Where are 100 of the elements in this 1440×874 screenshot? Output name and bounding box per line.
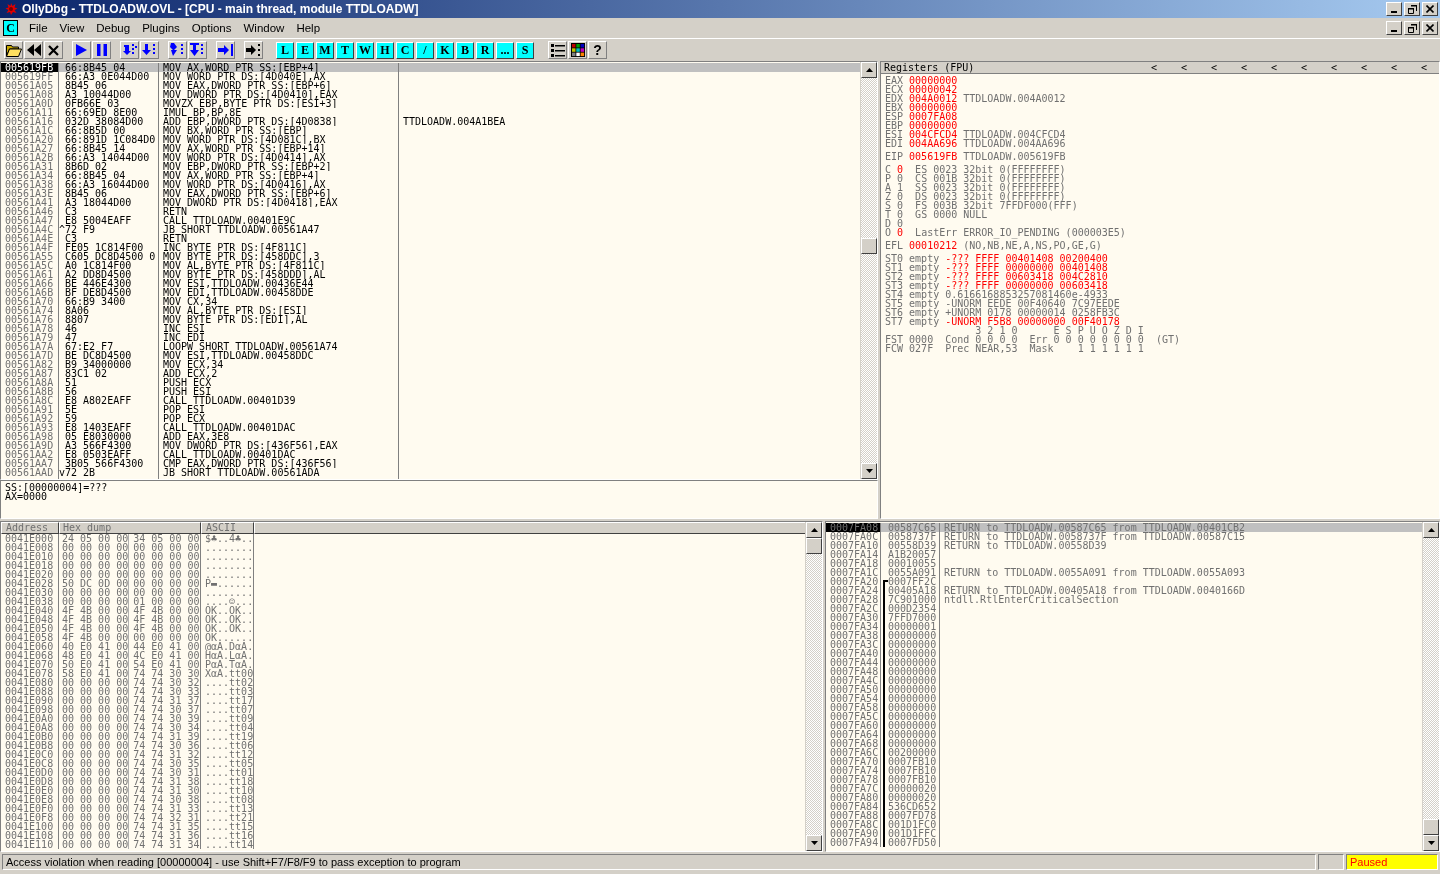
disassembly-row[interactable]: 00561AA2 E8 0503EAFF CALL TTDLOADW.00401DAC (1, 450, 860, 459)
disassembly-row[interactable]: 00561A41 A3 18044D00 MOV DWORD PTR DS:[4D0418],EAX (1, 198, 860, 207)
previous-button[interactable]: < (1199, 63, 1229, 72)
stack-row[interactable]: 0007FA4C 00000000 (826, 676, 1422, 685)
disassembly-row[interactable]: 00561A6B BF DE8D4500 MOV EDI,TTDLOADW.00458DDE (1, 288, 860, 297)
stack-row[interactable]: 0007FA28 7C901000 ntdll.RtlEnterCriticalSection (826, 595, 1422, 604)
stack-row[interactable]: 0007FA88 0007FD78 (826, 811, 1422, 820)
disassembly-row[interactable]: 00561A3E 8B45 06 MOV EAX,DWORD PTR SS:[EBP+6] (1, 189, 860, 198)
disassembly-row[interactable]: 00561A16 032D 38084D00 ADD EBP,DWORD PTR DS:[4D0838] TTDLOADW.004A1BEA (1, 117, 860, 126)
stack-row[interactable]: 0007FA20 0007FF2C (826, 577, 1422, 586)
flag-value[interactable]: 0 (897, 210, 904, 219)
stack-row[interactable]: 0007FA84 536CD652 (826, 802, 1422, 811)
fpu-value[interactable]: +UNORM 0178 00000014 0258FB3C (945, 308, 1120, 317)
pause-button[interactable] (92, 41, 111, 59)
register-value[interactable]: 004CFCD4 (909, 130, 958, 139)
disassembly-row[interactable]: 00561A7A 67:E2 F7 LOOPW SHORT TTDLOADW.00561A74 (1, 342, 860, 351)
step-into-button[interactable] (120, 41, 139, 59)
disassembly-row[interactable]: 00561AA7 3B05 566F4300 CMP EAX,DWORD PTR DS:[436F56] (1, 459, 860, 468)
flag-value[interactable]: 0 (897, 165, 904, 174)
register-value[interactable]: 005619FB (909, 152, 958, 161)
disassembly-row[interactable]: 00561A93 E8 1403EAFF CALL TTDLOADW.00401DAC (1, 423, 860, 432)
disassembly-row[interactable]: 00561A92 59 POP ECX (1, 414, 860, 423)
flag-value[interactable]: 0 (897, 192, 904, 201)
register-value[interactable]: 00000000 (909, 103, 958, 112)
register-value[interactable]: 00000000 (909, 121, 958, 130)
disassembly-row[interactable]: 00561A8A 51 PUSH ECX (1, 378, 860, 387)
stack-row[interactable]: 0007FA94 0007FD50 (826, 838, 1422, 847)
previous-button[interactable]: < (1319, 63, 1349, 72)
stack-row[interactable]: 0007FA5C 00000000 (826, 712, 1422, 721)
disassembly-row[interactable]: 00561A61 A2 DD8D4500 MOV BYTE PTR DS:[458DDD],AL (1, 270, 860, 279)
register-value[interactable]: 00010212 (909, 241, 958, 250)
fpu-value[interactable]: -UNORM F5B8 00000000 00F40178 (945, 317, 1120, 326)
disassembly-row[interactable]: 00561A82 B9 34000000 MOV ECX,34 (1, 360, 860, 369)
disassembly-row[interactable]: 00561A4F FE05 1C814F00 INC BYTE PTR DS:[4F811C] (1, 243, 860, 252)
menu-item[interactable]: File (24, 22, 55, 34)
flag-value[interactable]: 1 (897, 183, 904, 192)
menu-item[interactable]: Options (186, 22, 239, 34)
colors-button[interactable] (568, 41, 587, 59)
window-letter-button[interactable]: H (376, 41, 394, 59)
previous-button[interactable]: < (1349, 63, 1379, 72)
disassembly-row[interactable]: 00561A20 66:891D 1C084D0 MOV WORD PTR DS:[4D081C],BX (1, 135, 860, 144)
stack-row[interactable]: 0007FA70 0007FB10 (826, 757, 1422, 766)
stack-row[interactable]: 0007FA6C 00200000 (826, 748, 1422, 757)
stack-row[interactable]: 0007FA18 00010055 (826, 559, 1422, 568)
disassembly-row[interactable]: 005619FB 66:8B45 04 MOV AX,WORD PTR SS:[EBP+4] (1, 63, 860, 72)
stack-row[interactable]: 0007FA44 00000000 (826, 658, 1422, 667)
stack-row[interactable]: 0007FA90 001D1FFC (826, 829, 1422, 838)
scroll-down-button[interactable] (861, 463, 877, 479)
help-button[interactable]: ? (588, 41, 607, 59)
stack-row[interactable]: 0007FA3C 00000000 (826, 640, 1422, 649)
disassembly-row[interactable]: 00561A46 C3 RETN (1, 207, 860, 216)
stack-row[interactable]: 0007FA8C 001D1FC0 (826, 820, 1422, 829)
stack-row[interactable]: 0007FA10 00558D39 RETURN to TTDLOADW.00558D39 (826, 541, 1422, 550)
stack-row[interactable]: 0007FA80 00000020 (826, 793, 1422, 802)
run-button[interactable] (72, 41, 91, 59)
disassembly-row[interactable]: 00561A0D 0FB66E 03 MOVZX EBP,BYTE PTR DS:[ESI+3] (1, 99, 860, 108)
stack-row[interactable]: 0007FA7C 00000020 (826, 784, 1422, 793)
scrollbar[interactable] (805, 522, 822, 851)
disassembly-row[interactable]: 00561A08 A3 10044D00 MOV DWORD PTR DS:[4D0410],EAX (1, 90, 860, 99)
window-letter-button[interactable]: R (476, 41, 494, 59)
disassembly-row[interactable]: 00561A1C 66:8B5D 00 MOV BX,WORD PTR SS:[EBP] (1, 126, 860, 135)
close-program-button[interactable] (44, 41, 63, 59)
go-to-button[interactable] (244, 41, 263, 59)
disassembly-row[interactable]: 005619FF 66:A3 0E044D00 MOV WORD PTR DS:[4D040E],AX (1, 72, 860, 81)
scrollbar[interactable] (1422, 522, 1439, 851)
disassembly-row[interactable]: 00561A34 66:8B45 04 MOV AX,WORD PTR SS:[EBP+4] (1, 171, 860, 180)
step-over-button[interactable] (140, 41, 159, 59)
scroll-up-button[interactable] (861, 62, 877, 78)
stack-row[interactable]: 0007FA40 00000000 (826, 649, 1422, 658)
stack-row[interactable]: 0007FA24 00405A18 RETURN to TTDLOADW.00405A18 from TTDLOADW.0040166D (826, 586, 1422, 595)
disassembly-row[interactable]: 00561A87 83C1 02 ADD ECX,2 (1, 369, 860, 378)
window-letter-button[interactable]: T (336, 41, 354, 59)
window-letter-button[interactable]: C (396, 41, 414, 59)
stack-row[interactable]: 0007FA08 00587C65 RETURN to TTDLOADW.00587C65 from TTDLOADW.00401CB2 (826, 523, 1422, 532)
fpu-value[interactable]: -??? FFFF 00401408 00200400 (945, 254, 1108, 263)
register-value[interactable]: 00000000 (909, 76, 958, 85)
previous-button[interactable]: < (1229, 63, 1259, 72)
execute-till-return-button[interactable] (216, 41, 235, 59)
window-letter-button[interactable]: W (356, 41, 374, 59)
fpu-value[interactable]: 0.6166168853257081460e-4933 (945, 290, 1108, 299)
previous-button[interactable]: < (1409, 63, 1439, 72)
restart-button[interactable] (24, 41, 43, 59)
stack-row[interactable]: 0007FA78 0007FB10 (826, 775, 1422, 784)
disassembly-row[interactable]: 00561A76 8807 MOV BYTE PTR DS:[EDI],AL (1, 315, 860, 324)
window-letter-button[interactable]: E (296, 41, 314, 59)
scroll-down-button[interactable] (806, 835, 822, 851)
window-letter-button[interactable]: L (276, 41, 294, 59)
stack-row[interactable]: 0007FA74 0007FB10 (826, 766, 1422, 775)
disassembly-row[interactable]: 00561A8B 56 PUSH ESI (1, 387, 860, 396)
minimize-button[interactable] (1386, 21, 1402, 35)
disassembly-row[interactable]: 00561A38 66:A3 16044D00 MOV WORD PTR DS:[4D0416],AX (1, 180, 860, 189)
list-button[interactable] (548, 41, 567, 59)
window-letter-button[interactable]: ... (496, 41, 514, 59)
stack-row[interactable]: 0007FA64 00000000 (826, 730, 1422, 739)
disassembly-row[interactable]: 00561A78 46 INC ESI (1, 324, 860, 333)
stack-row[interactable]: 0007FA68 00000000 (826, 739, 1422, 748)
cpu-badge[interactable]: C (3, 20, 18, 36)
stack-row[interactable]: 0007FA58 00000000 (826, 703, 1422, 712)
window-letter-button[interactable]: S (516, 41, 534, 59)
disassembly-row[interactable]: 00561A9D A3 566F4300 MOV DWORD PTR DS:[436F56],EAX (1, 441, 860, 450)
